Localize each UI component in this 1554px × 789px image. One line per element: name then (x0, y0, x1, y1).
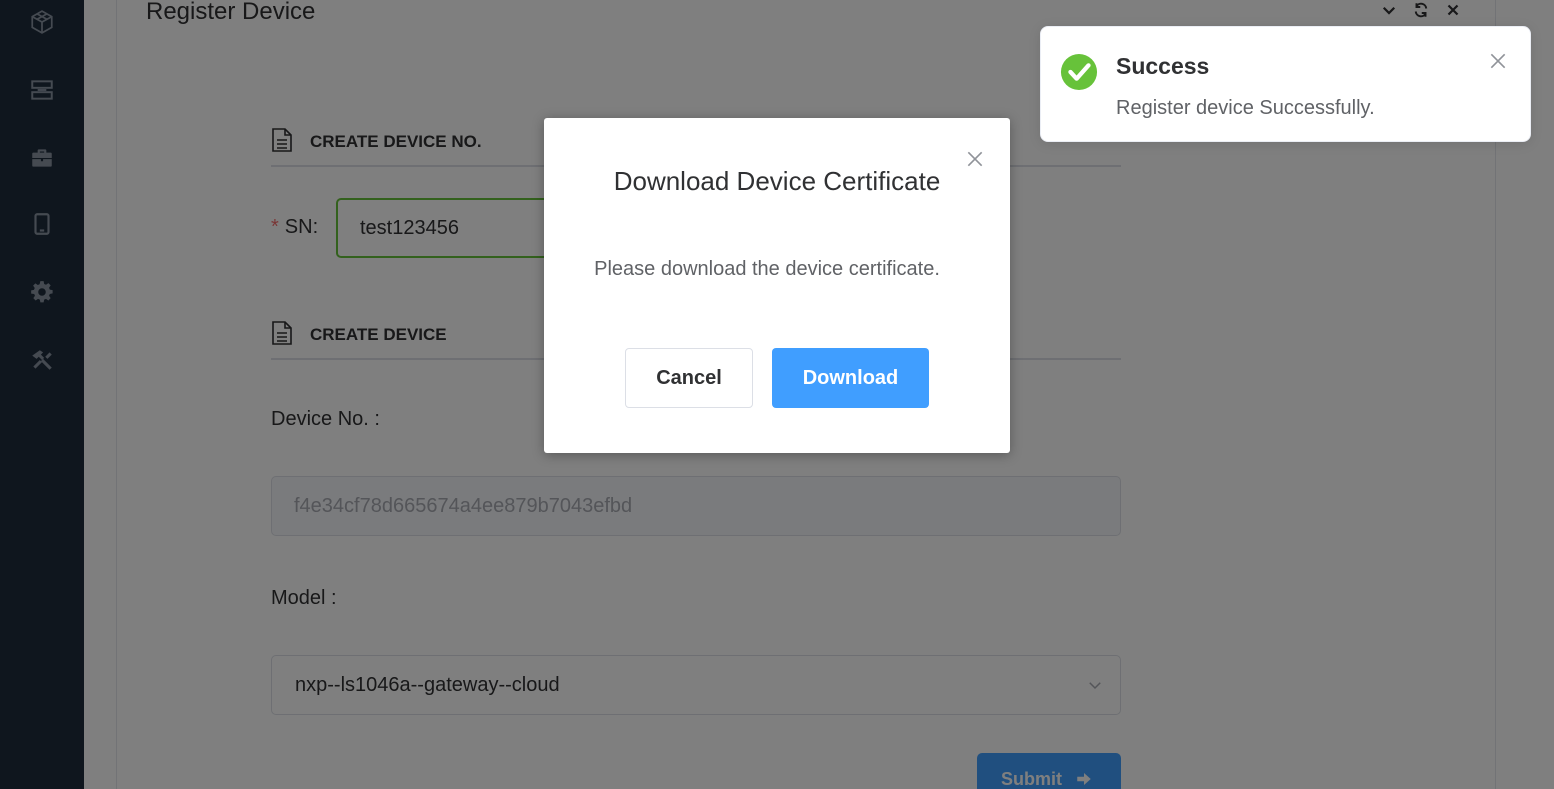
success-notification: Success Register device Successfully. (1040, 26, 1531, 142)
dialog-title: Download Device Certificate (613, 166, 941, 196)
cancel-button[interactable]: Cancel (625, 348, 753, 408)
download-certificate-dialog: Download Device Certificate Please downl… (544, 118, 1010, 453)
close-icon[interactable] (965, 149, 985, 169)
notification-title: Success (1116, 53, 1210, 79)
close-icon[interactable] (1488, 51, 1508, 71)
download-button[interactable]: Download (772, 348, 929, 408)
notification-message: Register device Successfully. (1116, 97, 1375, 119)
check-circle-icon (1060, 53, 1098, 91)
dialog-message: Please download the device certificate. (594, 258, 940, 280)
